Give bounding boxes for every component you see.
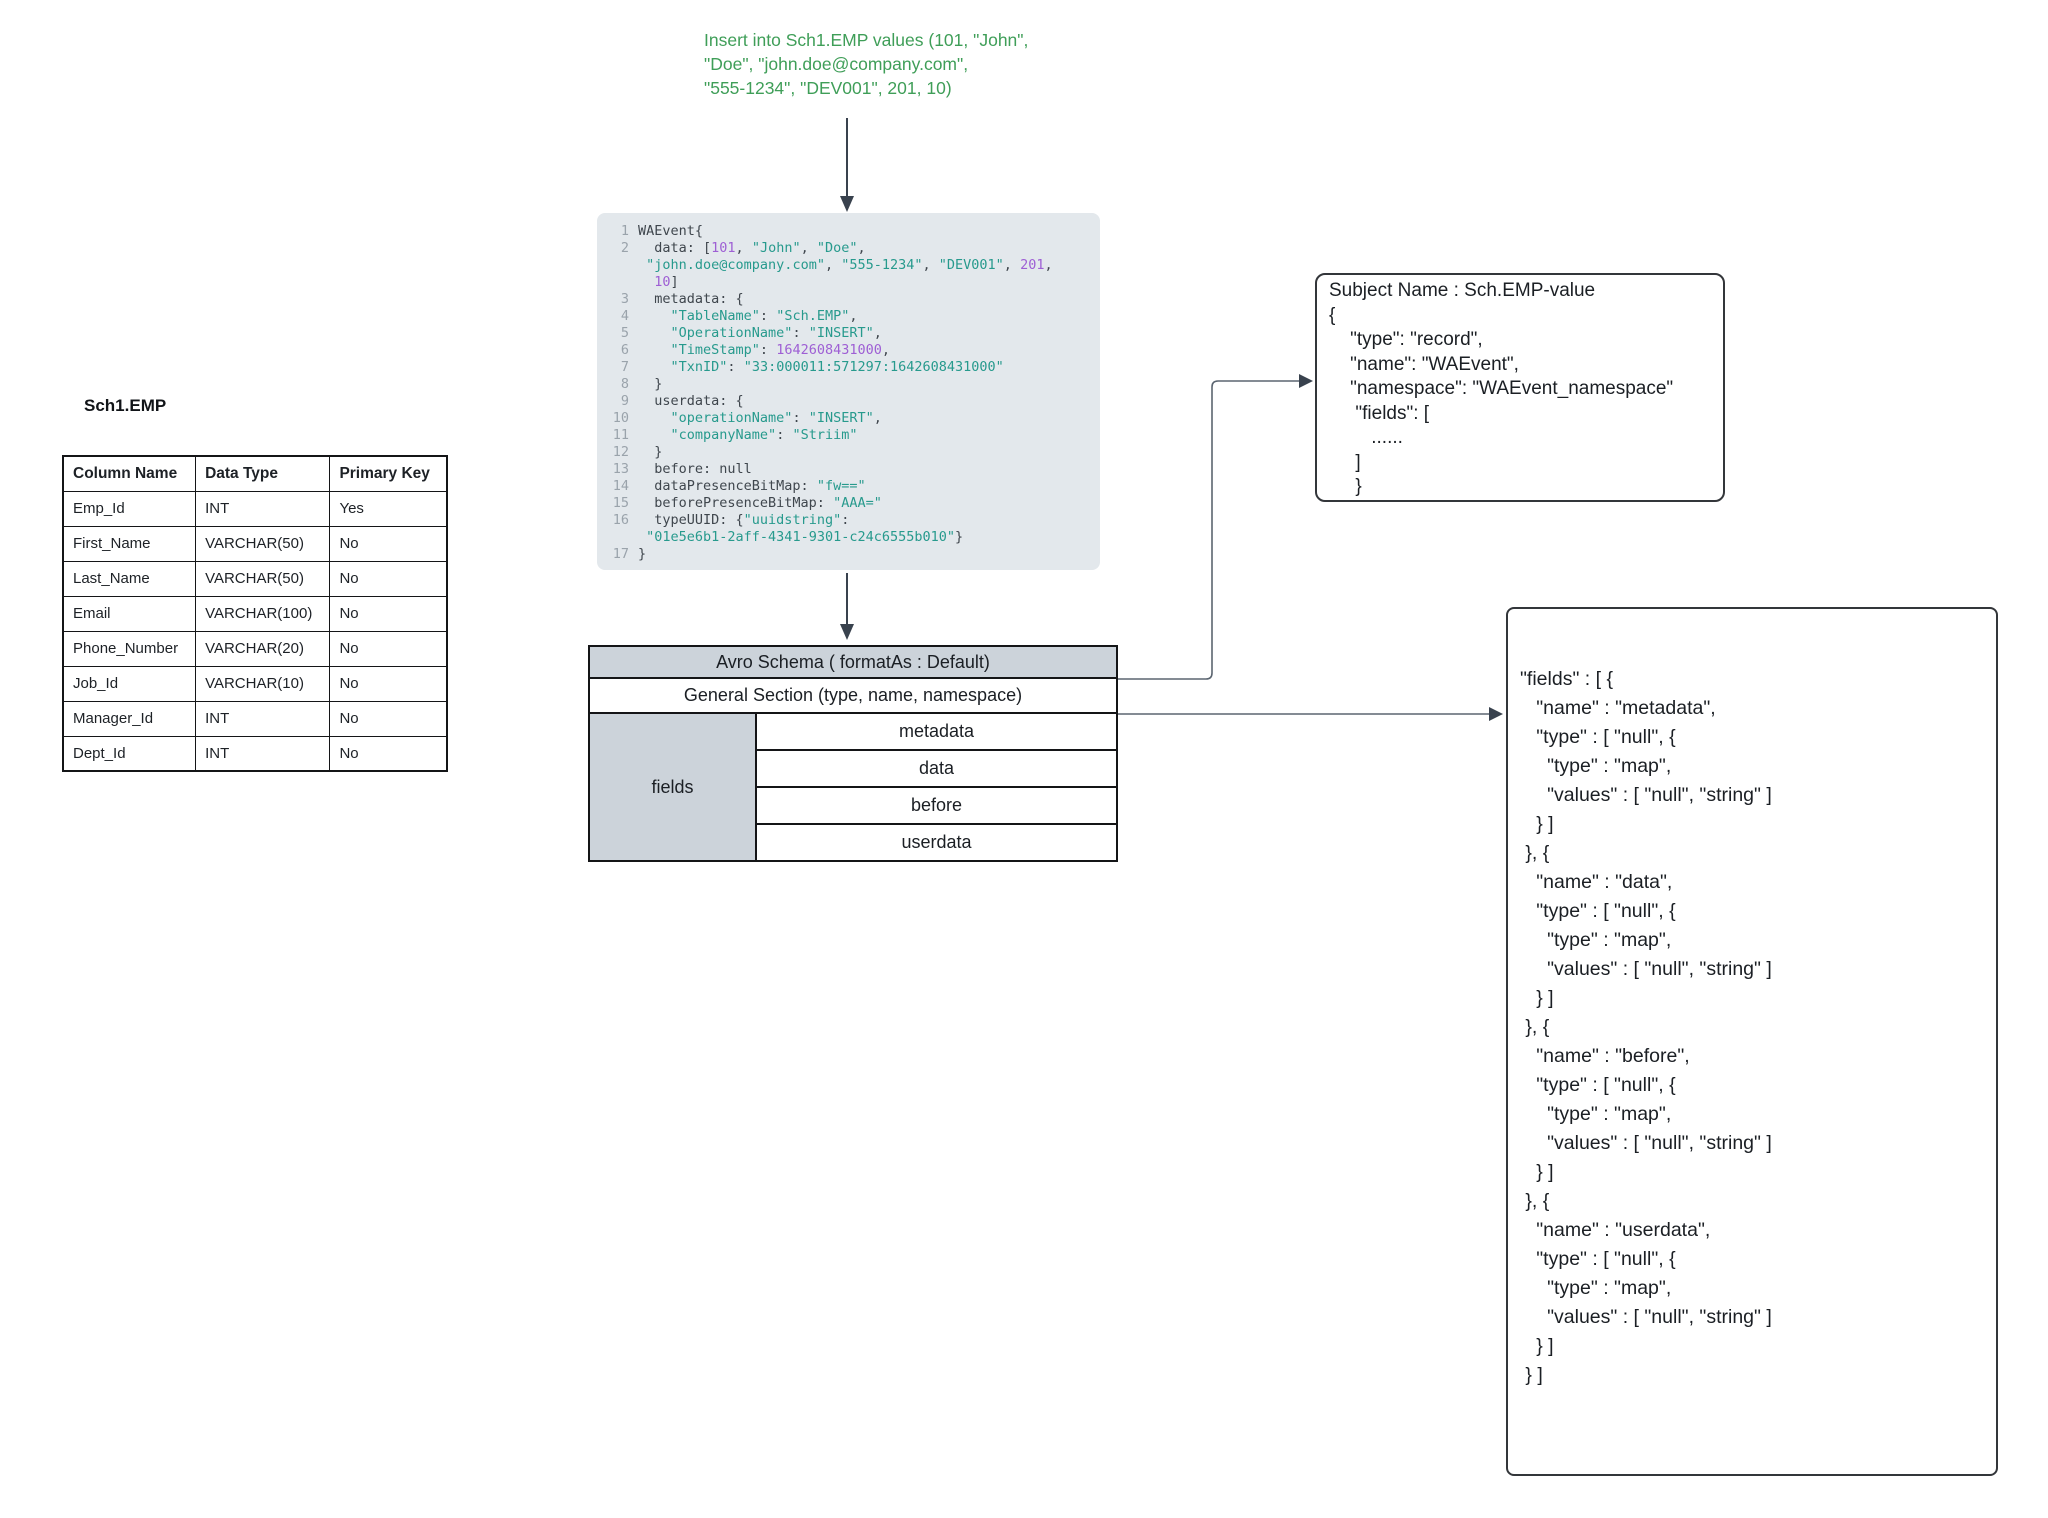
emp-cell: No — [330, 701, 447, 736]
emp-cell: Email — [63, 596, 196, 631]
code-line: 5 "OperationName": "INSERT", — [609, 325, 1092, 342]
code-line-number: 15 — [609, 495, 629, 512]
code-line: 2 data: [101, "John", "Doe", — [609, 240, 1092, 257]
diagram-canvas: Insert into Sch1.EMP values (101, "John"… — [0, 0, 2048, 1518]
emp-cell: Dept_Id — [63, 736, 196, 771]
code-line-number: 10 — [609, 410, 629, 427]
code-line-number: 7 — [609, 359, 629, 376]
code-line-number — [609, 274, 629, 291]
connector-general-to-subject — [1118, 381, 1301, 679]
code-line: 10] — [609, 274, 1092, 291]
emp-header-cell: Primary Key — [330, 456, 447, 491]
emp-table-title: Sch1.EMP — [84, 396, 166, 416]
emp-cell: VARCHAR(50) — [196, 526, 330, 561]
emp-header-cell: Column Name — [63, 456, 196, 491]
code-line: "01e5e6b1-2aff-4341-9301-c24c6555b010"} — [609, 529, 1092, 546]
code-line: 15 beforePresenceBitMap: "AAA=" — [609, 495, 1092, 512]
avro-fields-label: fields — [589, 713, 756, 861]
emp-cell: VARCHAR(100) — [196, 596, 330, 631]
emp-cell: Job_Id — [63, 666, 196, 701]
emp-cell: First_Name — [63, 526, 196, 561]
code-line: 9 userdata: { — [609, 393, 1092, 410]
avro-general-section: General Section (type, name, namespace) — [589, 678, 1117, 713]
code-line-number: 13 — [609, 461, 629, 478]
emp-cell: VARCHAR(50) — [196, 561, 330, 596]
emp-table-row: Job_IdVARCHAR(10)No — [63, 666, 447, 701]
code-line: 11 "companyName": "Striim" — [609, 427, 1092, 444]
emp-cell: No — [330, 526, 447, 561]
emp-cell: No — [330, 561, 447, 596]
emp-cell: Emp_Id — [63, 491, 196, 526]
emp-cell: No — [330, 736, 447, 771]
emp-table-row: Manager_IdINTNo — [63, 701, 447, 736]
avro-field-name: before — [756, 787, 1117, 824]
avro-field-row: fieldsmetadata — [589, 713, 1117, 750]
emp-table-row: Emp_IdINTYes — [63, 491, 447, 526]
emp-table-row: Last_NameVARCHAR(50)No — [63, 561, 447, 596]
fields-json-box: "fields" : [ { "name" : "metadata", "typ… — [1506, 607, 1998, 1476]
avro-field-name: userdata — [756, 824, 1117, 861]
emp-cell: No — [330, 666, 447, 701]
emp-table: Column NameData TypePrimary Key Emp_IdIN… — [62, 455, 448, 772]
emp-cell: VARCHAR(10) — [196, 666, 330, 701]
emp-cell: Yes — [330, 491, 447, 526]
code-line-number: 1 — [609, 223, 629, 240]
emp-cell: INT — [196, 491, 330, 526]
emp-table-row: EmailVARCHAR(100)No — [63, 596, 447, 631]
arrowhead-fields-to-json — [1489, 707, 1503, 721]
code-line: 7 "TxnID": "33:000011:571297:16426084310… — [609, 359, 1092, 376]
avro-schema-table: Avro Schema ( formatAs : Default) Genera… — [588, 645, 1118, 862]
avro-field-name: metadata — [756, 713, 1117, 750]
code-line-number: 8 — [609, 376, 629, 393]
code-line-number: 12 — [609, 444, 629, 461]
code-line: 13 before: null — [609, 461, 1092, 478]
fields-json-content: "fields" : [ { "name" : "metadata", "typ… — [1520, 665, 1984, 1390]
emp-cell: No — [330, 631, 447, 666]
code-line: 16 typeUUID: {"uuidstring": — [609, 512, 1092, 529]
code-line-number: 6 — [609, 342, 629, 359]
emp-table-row: Dept_IdINTNo — [63, 736, 447, 771]
code-line: 1WAEvent{ — [609, 223, 1092, 240]
code-line: 4 "TableName": "Sch.EMP", — [609, 308, 1092, 325]
emp-cell: No — [330, 596, 447, 631]
code-line-number: 5 — [609, 325, 629, 342]
arrowhead-general-to-subject — [1299, 374, 1313, 388]
emp-table-row: Phone_NumberVARCHAR(20)No — [63, 631, 447, 666]
code-line: 14 dataPresenceBitMap: "fw==" — [609, 478, 1092, 495]
code-line: 10 "operationName": "INSERT", — [609, 410, 1092, 427]
emp-cell: Phone_Number — [63, 631, 196, 666]
subject-box-content: Subject Name : Sch.EMP-value { "type": "… — [1329, 279, 1711, 500]
code-line-number: 14 — [609, 478, 629, 495]
code-line-number — [609, 529, 629, 546]
code-line-number: 4 — [609, 308, 629, 325]
code-line: 6 "TimeStamp": 1642608431000, — [609, 342, 1092, 359]
avro-field-name: data — [756, 750, 1117, 787]
waevent-code-block: 1WAEvent{2 data: [101, "John", "Doe", "j… — [597, 213, 1100, 570]
emp-cell: Last_Name — [63, 561, 196, 596]
code-line-number: 3 — [609, 291, 629, 308]
code-line-number: 9 — [609, 393, 629, 410]
code-line-number: 2 — [609, 240, 629, 257]
code-line-number: 17 — [609, 546, 629, 563]
code-line: 8 } — [609, 376, 1092, 393]
subject-name-box: Subject Name : Sch.EMP-value { "type": "… — [1315, 273, 1725, 502]
code-line: "john.doe@company.com", "555-1234", "DEV… — [609, 257, 1092, 274]
emp-cell: VARCHAR(20) — [196, 631, 330, 666]
code-line: 12 } — [609, 444, 1092, 461]
arrowhead-insert-to-code — [840, 196, 854, 212]
avro-schema-header: Avro Schema ( formatAs : Default) — [589, 646, 1117, 678]
emp-table-row: First_NameVARCHAR(50)No — [63, 526, 447, 561]
emp-cell: INT — [196, 701, 330, 736]
sql-insert-statement: Insert into Sch1.EMP values (101, "John"… — [704, 28, 1028, 100]
code-line: 3 metadata: { — [609, 291, 1092, 308]
emp-header-cell: Data Type — [196, 456, 330, 491]
emp-cell: Manager_Id — [63, 701, 196, 736]
code-line-number — [609, 257, 629, 274]
arrowhead-code-to-avro — [840, 624, 854, 640]
emp-cell: INT — [196, 736, 330, 771]
code-line: 17} — [609, 546, 1092, 563]
code-line-number: 16 — [609, 512, 629, 529]
code-line-number: 11 — [609, 427, 629, 444]
